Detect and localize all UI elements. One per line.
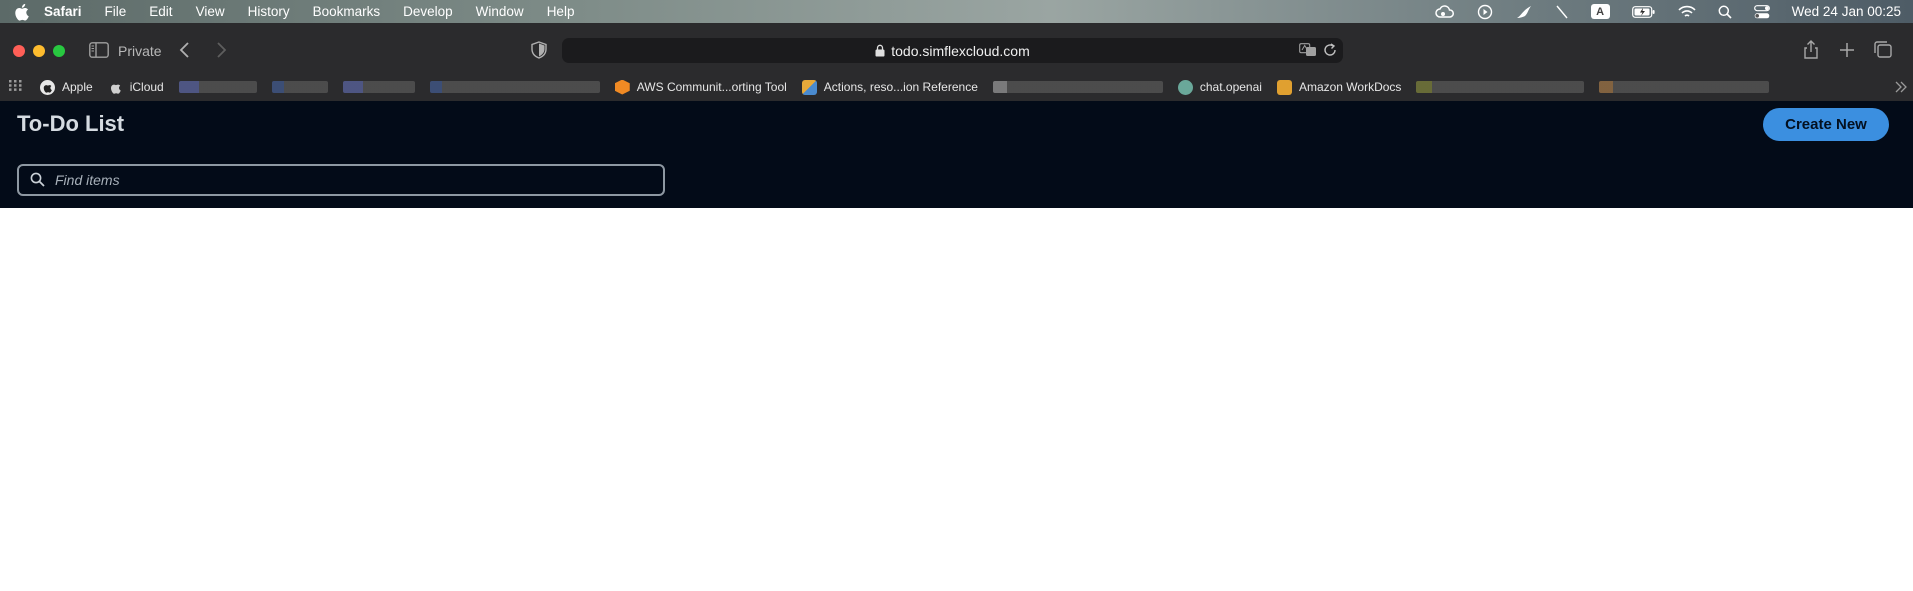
aws-icon — [801, 79, 817, 95]
more-bookmarks-chevron-icon[interactable] — [1895, 80, 1907, 98]
lock-icon — [875, 44, 885, 60]
menu-app-name[interactable]: Safari — [44, 4, 82, 19]
translate-icon[interactable] — [1299, 43, 1317, 62]
bookmark-label: AWS Communit...orting Tool — [636, 80, 787, 94]
minimize-window-button[interactable] — [33, 45, 45, 57]
search-icon — [30, 172, 45, 192]
redacted-bookmark[interactable] — [271, 81, 328, 93]
wifi-icon[interactable] — [1678, 5, 1696, 19]
redacted-bookmark[interactable] — [429, 81, 600, 93]
back-chevron-icon[interactable] — [178, 41, 192, 59]
bookmark-actions-reference[interactable]: Actions, reso...ion Reference — [801, 79, 978, 95]
menu-file[interactable]: File — [105, 4, 127, 19]
todo-list-area — [0, 208, 1913, 591]
page-title: To-Do List — [17, 111, 125, 136]
bookmark-amazon-workdocs[interactable]: Amazon WorkDocs — [1276, 79, 1402, 95]
search-input[interactable] — [55, 170, 645, 190]
macos-menu-bar: Safari File Edit View History Bookmarks … — [0, 0, 1913, 23]
control-center-icon[interactable] — [1753, 4, 1770, 19]
bookmark-label: Amazon WorkDocs — [1298, 80, 1402, 94]
menu-window[interactable]: Window — [476, 4, 524, 19]
search-box[interactable] — [17, 164, 665, 196]
bookmark-label: Apple — [62, 80, 93, 94]
new-tab-plus-icon[interactable] — [1837, 40, 1857, 60]
redacted-bookmark[interactable] — [1599, 81, 1770, 93]
redacted-bookmark[interactable] — [1416, 81, 1585, 93]
openai-icon — [1177, 79, 1193, 95]
bookmark-label: Actions, reso...ion Reference — [823, 80, 978, 94]
menu-history[interactable]: History — [248, 4, 290, 19]
redacted-bookmark[interactable] — [178, 81, 257, 93]
aws-icon — [614, 79, 630, 95]
favorites-bar: Apple iCloud AWS Communit...orting Tool … — [0, 74, 1913, 100]
zoom-window-button[interactable] — [53, 45, 65, 57]
menu-bookmarks[interactable]: Bookmarks — [313, 4, 381, 19]
creative-cloud-icon[interactable] — [1434, 4, 1455, 20]
tab-overview-icon[interactable] — [1873, 40, 1893, 60]
menu-develop[interactable]: Develop — [403, 4, 453, 19]
bookmark-label: iCloud — [129, 80, 164, 94]
menubar-clock[interactable]: Wed 24 Jan 00:25 — [1792, 4, 1901, 19]
slash-icon[interactable] — [1555, 4, 1569, 20]
share-icon[interactable] — [1801, 40, 1821, 60]
privacy-shield-icon[interactable] — [531, 41, 547, 59]
close-window-button[interactable] — [13, 45, 25, 57]
menu-edit[interactable]: Edit — [149, 4, 172, 19]
forward-chevron-icon[interactable] — [214, 41, 228, 59]
redacted-bookmark[interactable] — [992, 81, 1163, 93]
redacted-bookmark[interactable] — [342, 81, 415, 93]
apple-icon — [40, 79, 55, 95]
bookmark-label: chat.openai — [1199, 80, 1262, 94]
input-source-icon[interactable]: A — [1590, 4, 1610, 19]
sidebar-toggle-icon[interactable] — [89, 42, 109, 58]
favorites-grid-icon[interactable] — [9, 78, 22, 96]
address-bar[interactable]: todo.simflexcloud.com — [562, 38, 1343, 63]
bookmark-icloud[interactable]: iCloud — [108, 80, 164, 95]
url-text: todo.simflexcloud.com — [891, 43, 1030, 59]
apple-menu-icon[interactable] — [12, 3, 30, 21]
bookmark-aws-community[interactable]: AWS Communit...orting Tool — [614, 79, 787, 95]
workdocs-icon — [1276, 79, 1292, 95]
bird-icon[interactable] — [1515, 4, 1533, 20]
play-circle-icon[interactable] — [1477, 4, 1493, 20]
url-display[interactable]: todo.simflexcloud.com — [562, 43, 1343, 60]
private-mode-label: Private — [118, 43, 162, 59]
battery-icon[interactable] — [1631, 5, 1656, 18]
reload-icon[interactable] — [1323, 43, 1337, 62]
status-area: A Wed 24 Jan 00:25 — [1434, 0, 1913, 23]
spotlight-icon[interactable] — [1718, 5, 1732, 19]
bookmark-apple[interactable]: Apple — [40, 79, 93, 95]
input-source-letter: A — [1590, 4, 1610, 19]
bookmark-chat-openai[interactable]: chat.openai — [1177, 79, 1262, 95]
create-new-button[interactable]: Create New — [1763, 108, 1889, 141]
menu-help[interactable]: Help — [547, 4, 575, 19]
apple-icon — [108, 80, 123, 95]
menu-view[interactable]: View — [196, 4, 225, 19]
app-header: To-Do List Create New — [0, 101, 1913, 208]
